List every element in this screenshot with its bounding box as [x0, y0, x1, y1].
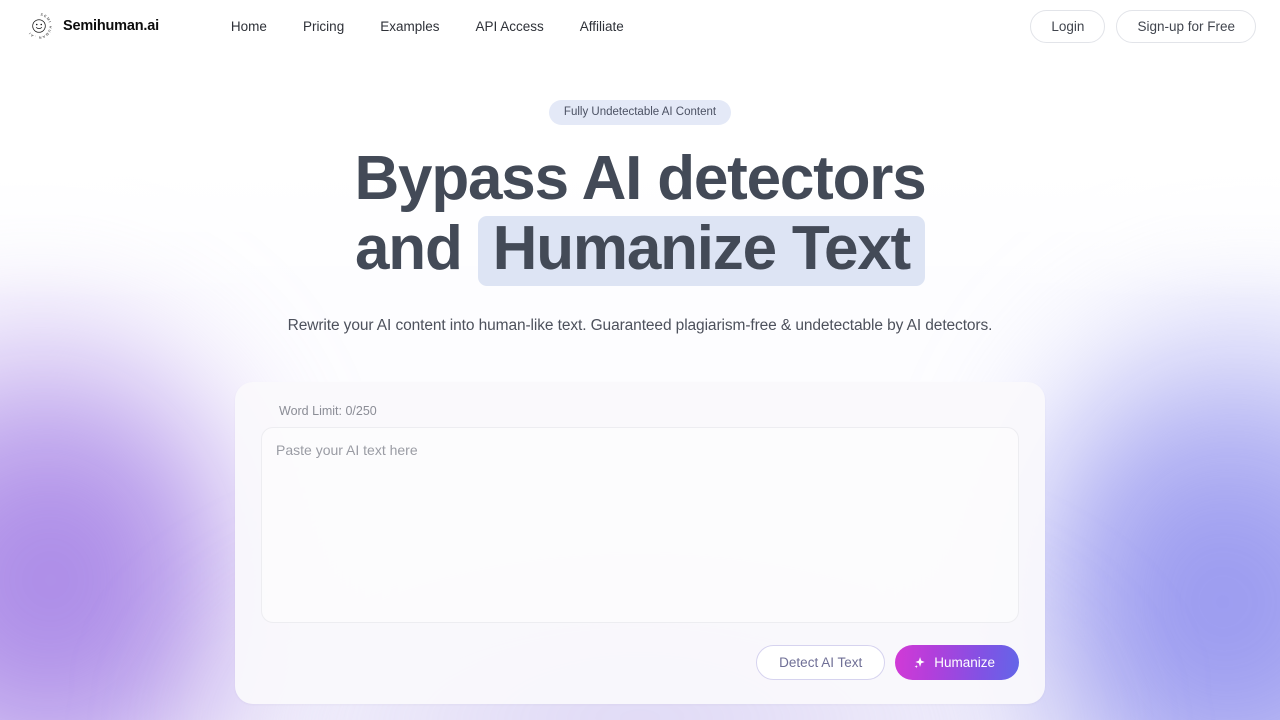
hero-section: Fully Undetectable AI Content Bypass AI … — [0, 52, 1280, 335]
background-blob-left — [0, 300, 245, 720]
login-button[interactable]: Login — [1030, 9, 1106, 43]
nav-item-examples[interactable]: Examples — [380, 19, 439, 34]
brand-logo[interactable]: SEMI HUMAN .AI Semihuman.ai — [24, 11, 160, 41]
headline-highlight: Humanize Text — [477, 216, 925, 286]
brand-name: Semihuman.ai — [63, 18, 159, 34]
site-header: SEMI HUMAN .AI Semihuman.ai Home Pricing… — [0, 0, 1280, 52]
ai-text-input[interactable]: Paste your AI text here — [261, 427, 1019, 623]
main-navigation: Home Pricing Examples API Access Affilia… — [231, 19, 624, 34]
hero-badge: Fully Undetectable AI Content — [548, 100, 732, 125]
detect-ai-text-button[interactable]: Detect AI Text — [756, 645, 886, 680]
nav-item-home[interactable]: Home — [231, 19, 267, 34]
sparkle-icon — [913, 656, 926, 669]
word-limit-counter: Word Limit: 0/250 — [279, 404, 377, 418]
ai-text-input-placeholder: Paste your AI text here — [276, 442, 418, 458]
editor-actions: Detect AI Text Humanize — [261, 645, 1019, 680]
smiley-circular-text-logo-icon: SEMI HUMAN .AI — [24, 11, 54, 41]
humanize-button-label: Humanize — [934, 655, 995, 670]
nav-item-affiliate[interactable]: Affiliate — [580, 19, 624, 34]
svg-text:SEMI HUMAN .AI: SEMI HUMAN .AI — [28, 13, 53, 40]
background-blob-right — [1025, 290, 1280, 720]
nav-item-api-access[interactable]: API Access — [475, 19, 543, 34]
headline-prefix: and — [354, 214, 463, 283]
nav-item-pricing[interactable]: Pricing — [303, 19, 344, 34]
humanize-button[interactable]: Humanize — [895, 645, 1019, 680]
headline-line-2: and Humanize Text — [0, 214, 1280, 286]
signup-button[interactable]: Sign-up for Free — [1116, 9, 1256, 43]
humanizer-editor-card: Word Limit: 0/250 Paste your AI text her… — [235, 382, 1045, 704]
headline-line-1: Bypass AI detectors — [354, 144, 926, 213]
page-title: Bypass AI detectors and Humanize Text — [0, 144, 1280, 286]
header-actions: Login Sign-up for Free — [1030, 9, 1256, 43]
hero-subtitle: Rewrite your AI content into human-like … — [287, 317, 993, 334]
